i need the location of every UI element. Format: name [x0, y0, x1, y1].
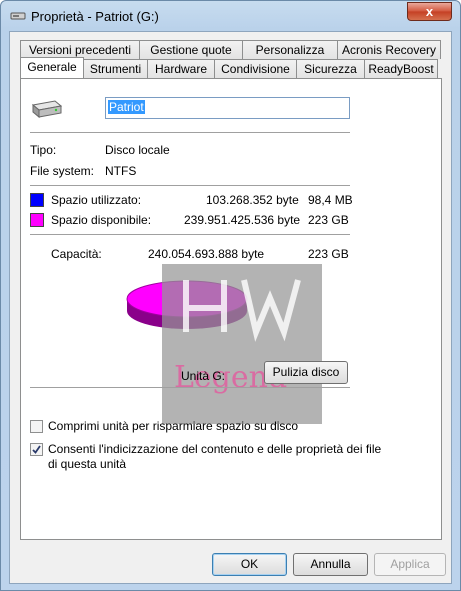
- tab-row-front: Generale Strumenti Hardware Condivisione…: [20, 57, 438, 78]
- used-space-swatch: [30, 193, 44, 207]
- cancel-button[interactable]: Annulla: [293, 553, 368, 576]
- properties-window: Proprietà - Patriot (G:) x Versioni prec…: [0, 0, 461, 591]
- drive-name-input[interactable]: Patriot: [105, 97, 350, 119]
- capacity-label: Capacità:: [51, 247, 102, 261]
- tab-condivisione[interactable]: Condivisione: [214, 59, 297, 78]
- tab-gestione-quote[interactable]: Gestione quote: [139, 40, 243, 59]
- used-space-label: Spazio utilizzato:: [51, 193, 142, 207]
- filesystem-label: File system:: [30, 164, 95, 178]
- free-space-label: Spazio disponibile:: [51, 213, 152, 227]
- index-label-line2: di questa unità: [48, 457, 127, 471]
- divider: [30, 387, 350, 388]
- compress-label: Comprimi unità per risparmiare spazio su…: [48, 419, 299, 433]
- free-space-swatch: [30, 213, 44, 227]
- divider: [30, 234, 350, 235]
- type-label: Tipo:: [30, 143, 57, 157]
- tab-hardware[interactable]: Hardware: [147, 59, 215, 78]
- drive-letter-label: Unità G:: [181, 369, 226, 383]
- capacity-bytes: 240.054.693.888 byte: [148, 247, 265, 261]
- dialog-client: Versioni precedenti Gestione quote Perso…: [9, 31, 452, 584]
- filesystem-value: NTFS: [105, 164, 137, 178]
- index-label-line1: Consenti l'indicizzazione del contenuto …: [48, 442, 382, 456]
- tab-strumenti[interactable]: Strumenti: [83, 59, 148, 78]
- tab-sicurezza[interactable]: Sicurezza: [296, 59, 365, 78]
- drive-icon: [31, 100, 63, 119]
- free-space-size: 223 GB: [308, 213, 349, 227]
- tab-readyboost[interactable]: ReadyBoost: [364, 59, 438, 78]
- type-value: Disco locale: [105, 143, 170, 157]
- window-title: Proprietà - Patriot (G:): [31, 9, 159, 24]
- drive-name-value: Patriot: [108, 100, 145, 114]
- disk-cleanup-button[interactable]: Pulizia disco: [264, 361, 348, 384]
- drive-icon: [10, 12, 26, 20]
- capacity-size: 223 GB: [308, 247, 349, 261]
- title-bar[interactable]: Proprietà - Patriot (G:) x: [1, 1, 460, 31]
- index-checkbox[interactable]: [30, 443, 43, 456]
- tab-generale[interactable]: Generale: [20, 57, 84, 78]
- free-space-bytes: 239.951.425.536 byte: [184, 213, 301, 227]
- general-panel: Patriot Tipo: Disco locale File system: …: [20, 78, 442, 540]
- tab-personalizza[interactable]: Personalizza: [242, 40, 338, 59]
- ok-button[interactable]: OK: [212, 553, 287, 576]
- used-space-size: 98,4 MB: [308, 193, 353, 207]
- watermark-logo: Legend: [162, 264, 322, 424]
- watermark-hw-icon: [183, 279, 301, 342]
- used-space-bytes: 103.268.352 byte: [206, 193, 299, 207]
- tab-acronis-recovery[interactable]: Acronis Recovery: [337, 40, 441, 59]
- compress-checkbox[interactable]: [30, 420, 43, 433]
- checkmark-icon: [32, 445, 41, 454]
- close-button[interactable]: x: [407, 2, 452, 21]
- divider: [30, 185, 350, 186]
- apply-button[interactable]: Applica: [374, 553, 446, 576]
- divider: [30, 132, 350, 133]
